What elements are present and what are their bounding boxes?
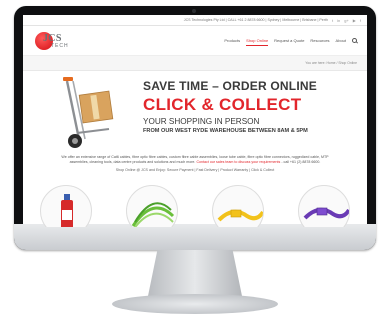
hero-text: SAVE TIME – ORDER ONLINE CLICK & COLLECT… <box>143 79 363 134</box>
nav-request-quote[interactable]: Request a Quote <box>274 36 304 45</box>
site-header: JCS TECH Products Shop Online Request a … <box>23 26 367 56</box>
linkedin-icon[interactable]: in <box>337 18 340 23</box>
hand-truck-box-image <box>63 77 114 148</box>
top-info-bar: JCS Technologies Pty Ltd | CALL +61 2 88… <box>23 15 367 26</box>
nav-about[interactable]: About <box>336 36 346 45</box>
search-icon[interactable] <box>352 38 357 43</box>
nav-shop-online[interactable]: Shop Online <box>246 36 269 46</box>
breadcrumb-bar: You are here: Home / Shop Online <box>23 56 367 71</box>
nav-resources[interactable]: Resources <box>310 36 329 45</box>
logo-subtext: TECH <box>51 42 69 49</box>
nav-products[interactable]: Products <box>224 36 240 45</box>
monitor-stand-base <box>112 294 278 314</box>
jcs-tech-logo[interactable]: JCS TECH <box>33 30 85 52</box>
monitor-chin <box>14 224 376 250</box>
imac-monitor: JCS Technologies Pty Ltd | CALL +61 2 88… <box>14 6 376 250</box>
intro-paragraph: We offer an extensive range of Cat6 cabl… <box>23 155 367 165</box>
google-plus-icon[interactable]: g+ <box>344 18 349 23</box>
hero-banner: SAVE TIME – ORDER ONLINE CLICK & COLLECT… <box>23 71 367 155</box>
hero-subline: YOUR SHOPPING IN PERSON <box>143 117 260 126</box>
twitter-icon[interactable]: t <box>332 18 333 23</box>
contact-sales-link[interactable]: Contact our sales team to discuss your r… <box>196 160 280 164</box>
intro-phone: - call +61 (2) 8878 6600. <box>280 160 321 164</box>
breadcrumb: You are here: Home / Shop Online <box>305 61 357 65</box>
benefits-ticker: Shop Online @ JCS and Enjoy: Secure Paym… <box>115 168 275 172</box>
hero-click-collect: CLICK & COLLECT <box>143 95 302 114</box>
hero-headline: SAVE TIME – ORDER ONLINE <box>143 79 317 93</box>
contact-info: JCS Technologies Pty Ltd | CALL +61 2 88… <box>183 18 328 22</box>
camera-dot <box>192 9 196 13</box>
hero-warehouse: FROM OUR WEST RYDE WAREHOUSE BETWEEN 8AM… <box>143 128 308 134</box>
youtube-icon[interactable]: ▶ <box>353 18 356 23</box>
monitor-stand <box>148 250 242 296</box>
screen: JCS Technologies Pty Ltd | CALL +61 2 88… <box>23 15 367 227</box>
main-nav: Products Shop Online Request a Quote Res… <box>224 36 357 46</box>
facebook-icon[interactable]: f <box>360 18 361 23</box>
